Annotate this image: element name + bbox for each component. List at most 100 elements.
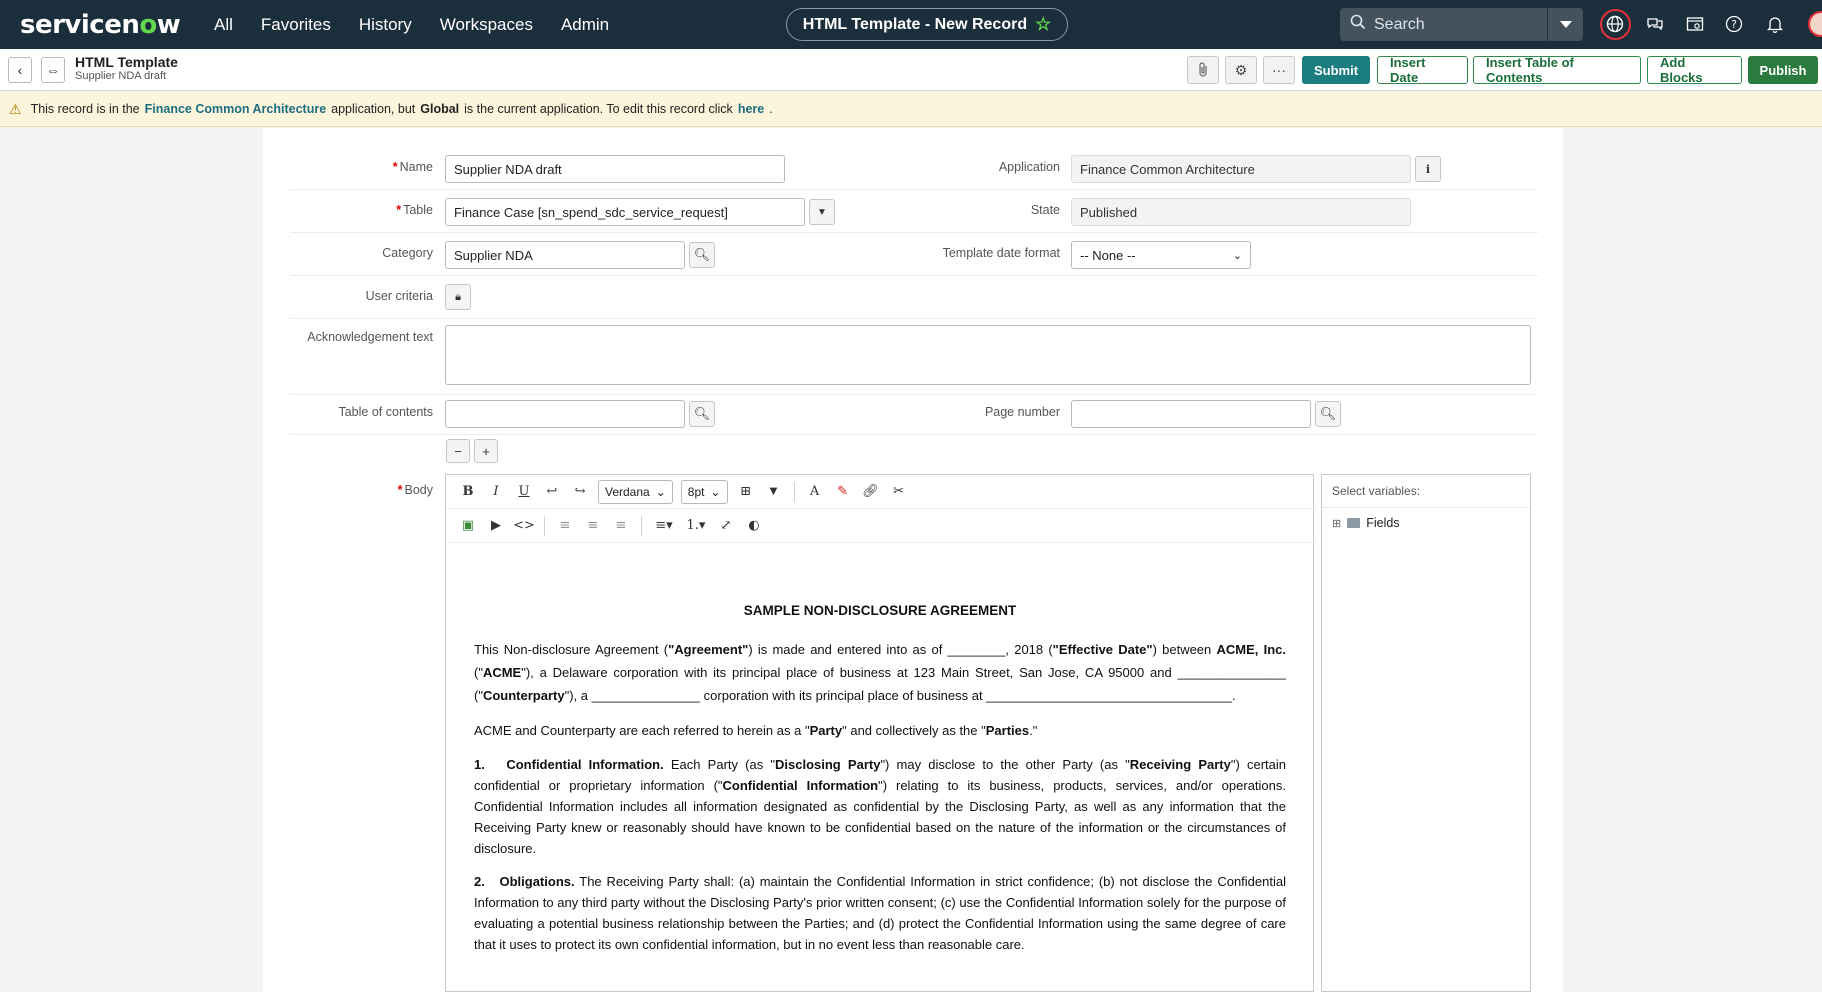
expand-icon[interactable]: ⊞	[1332, 517, 1341, 530]
toc-lookup-button[interactable]: 🔍︎	[689, 401, 715, 427]
toggle-width-button[interactable]: ⇔	[41, 57, 65, 83]
nav-menu: All Favorites History Workspaces Admin	[200, 0, 623, 49]
global-search-input[interactable]: Search	[1340, 8, 1547, 41]
increase-button[interactable]: +	[474, 439, 498, 463]
category-field[interactable]: Supplier NDA	[445, 241, 685, 269]
body-label: * Body	[397, 483, 433, 497]
help-icon[interactable]: ?	[1722, 12, 1746, 36]
notifications-bell-icon[interactable]	[1763, 12, 1787, 36]
paragraph-obligations: 2. Obligations. The Receiving Party shal…	[474, 874, 1286, 952]
submit-button[interactable]: Submit	[1302, 56, 1370, 84]
record-title-pill[interactable]: HTML Template - New Record ☆	[786, 8, 1068, 41]
row-separator	[290, 434, 1538, 435]
preview-icon[interactable]	[1683, 12, 1707, 36]
more-icon: ···	[1272, 62, 1286, 78]
bold-icon[interactable]: B	[454, 484, 482, 499]
font-size-select[interactable]: 8pt ⌄	[680, 479, 728, 504]
bullet-list-icon[interactable]: ≡▾	[648, 518, 680, 533]
table-menu-icon[interactable]: ▼	[760, 486, 788, 497]
editor-toolbar-row-1: B I U ↩ ↪ Verdana ⌄ 8pt ⌄ ⊞ ▼ A ✎ 🔗︎ ✂	[446, 475, 1313, 509]
toolbar-divider	[544, 515, 545, 536]
banner-app-link[interactable]: Finance Common Architecture	[145, 102, 327, 116]
link-icon[interactable]: 🔗︎	[857, 484, 885, 499]
chat-icon[interactable]	[1643, 12, 1667, 36]
chevron-down-icon: ⌄	[1232, 249, 1242, 262]
nav-all[interactable]: All	[200, 0, 247, 49]
nav-workspaces[interactable]: Workspaces	[426, 0, 547, 49]
settings-button[interactable]: ⚙	[1225, 56, 1257, 84]
name-field[interactable]: Supplier NDA draft	[445, 155, 785, 183]
servicenow-logo[interactable]: servicenow	[20, 10, 200, 40]
variables-fields-label: Fields	[1366, 516, 1400, 530]
banner-text-4: .	[769, 102, 773, 116]
underline-icon[interactable]: U	[510, 484, 538, 499]
globe-icon[interactable]	[1603, 12, 1627, 36]
search-scope-dropdown[interactable]	[1548, 8, 1583, 41]
cut-icon[interactable]: ✂	[885, 484, 913, 499]
category-lookup-button[interactable]: 🔍︎	[689, 242, 715, 268]
source-code-icon[interactable]: <>	[510, 518, 538, 533]
page-number-lookup-button[interactable]: 🔍︎	[1315, 401, 1341, 427]
highlight-pen-icon[interactable]: ✎	[829, 484, 857, 499]
nav-history[interactable]: History	[345, 0, 426, 49]
text-color-icon[interactable]: A	[801, 484, 829, 499]
chevron-down-icon	[1559, 21, 1572, 28]
user-avatar[interactable]	[1808, 11, 1822, 37]
chevron-down-icon: ⌄	[710, 484, 721, 499]
user-criteria-lock-button[interactable]: 🔒︎	[445, 284, 471, 310]
nav-favorites[interactable]: Favorites	[247, 0, 345, 49]
insert-date-button[interactable]: Insert Date	[1377, 55, 1468, 85]
table-field[interactable]: Finance Case [sn_spend_sdc_service_reque…	[445, 198, 805, 226]
more-actions-button[interactable]: ···	[1263, 56, 1295, 84]
font-family-select[interactable]: Verdana ⌄	[598, 479, 673, 504]
page-number-field[interactable]	[1071, 400, 1311, 428]
search-icon	[1350, 14, 1366, 35]
nav-admin[interactable]: Admin	[547, 0, 623, 49]
state-field: Published	[1071, 198, 1411, 226]
category-label: Category	[382, 246, 433, 260]
application-label: Application	[998, 160, 1060, 174]
add-blocks-button[interactable]: Add Blocks	[1647, 55, 1742, 85]
numbered-list-icon[interactable]: 1.▾	[680, 518, 712, 533]
attachment-button[interactable]	[1187, 56, 1219, 84]
document-content[interactable]: SAMPLE NON-DISCLOSURE AGREEMENT This Non…	[474, 545, 1286, 967]
align-center-icon[interactable]: ≡	[579, 518, 607, 533]
contrast-icon[interactable]: ◐	[740, 518, 768, 533]
top-navigation: servicenow All Favorites History Workspa…	[0, 0, 1822, 49]
html-editor[interactable]: B I U ↩ ↪ Verdana ⌄ 8pt ⌄ ⊞ ▼ A ✎ 🔗︎ ✂ ▣ ▶…	[445, 474, 1314, 992]
table-icon[interactable]: ⊞	[732, 484, 760, 499]
banner-text-1: This record is in the	[30, 102, 140, 116]
paragraph-parties: ACME and Counterparty are each referred …	[474, 723, 1038, 738]
align-left-icon[interactable]: ≡	[551, 518, 579, 533]
insert-toc-button[interactable]: Insert Table of Contents	[1473, 55, 1641, 85]
media-play-icon[interactable]: ▶	[482, 518, 510, 533]
variables-title: Select variables:	[1322, 475, 1530, 508]
font-size-value: 8pt	[687, 484, 705, 499]
date-format-label: Template date format	[942, 246, 1060, 260]
row-separator	[290, 189, 1538, 190]
date-format-value: -- None --	[1080, 247, 1136, 263]
redo-icon[interactable]: ↪	[566, 484, 594, 499]
publish-button[interactable]: Publish	[1748, 56, 1818, 84]
image-icon[interactable]: ▣	[454, 518, 482, 533]
decrease-button[interactable]: −	[446, 439, 470, 463]
table-dropdown-button[interactable]: ▼	[809, 199, 835, 225]
align-right-icon[interactable]: ≡	[607, 518, 635, 533]
undo-icon[interactable]: ↩	[538, 484, 566, 499]
document-title: SAMPLE NON-DISCLOSURE AGREEMENT	[743, 603, 1017, 618]
toc-field[interactable]	[445, 400, 685, 428]
fullscreen-icon[interactable]: ⤢	[712, 518, 740, 533]
row-separator	[290, 394, 1538, 395]
back-button[interactable]: ‹	[8, 57, 32, 83]
acknowledgement-textarea[interactable]	[445, 325, 1531, 385]
row-separator	[290, 232, 1538, 233]
italic-icon[interactable]: I	[482, 484, 510, 499]
banner-here-link[interactable]: here	[738, 102, 764, 116]
variables-tree-fields[interactable]: ⊞ Fields	[1322, 508, 1530, 538]
date-format-select[interactable]: -- None -- ⌄	[1071, 241, 1251, 269]
magnifier-icon: 🔍︎	[1319, 406, 1337, 421]
info-button[interactable]: i	[1415, 156, 1441, 182]
banner-text-3: is the current application. To edit this…	[464, 102, 733, 116]
row-separator	[290, 318, 1538, 319]
star-icon[interactable]: ☆	[1035, 14, 1051, 35]
